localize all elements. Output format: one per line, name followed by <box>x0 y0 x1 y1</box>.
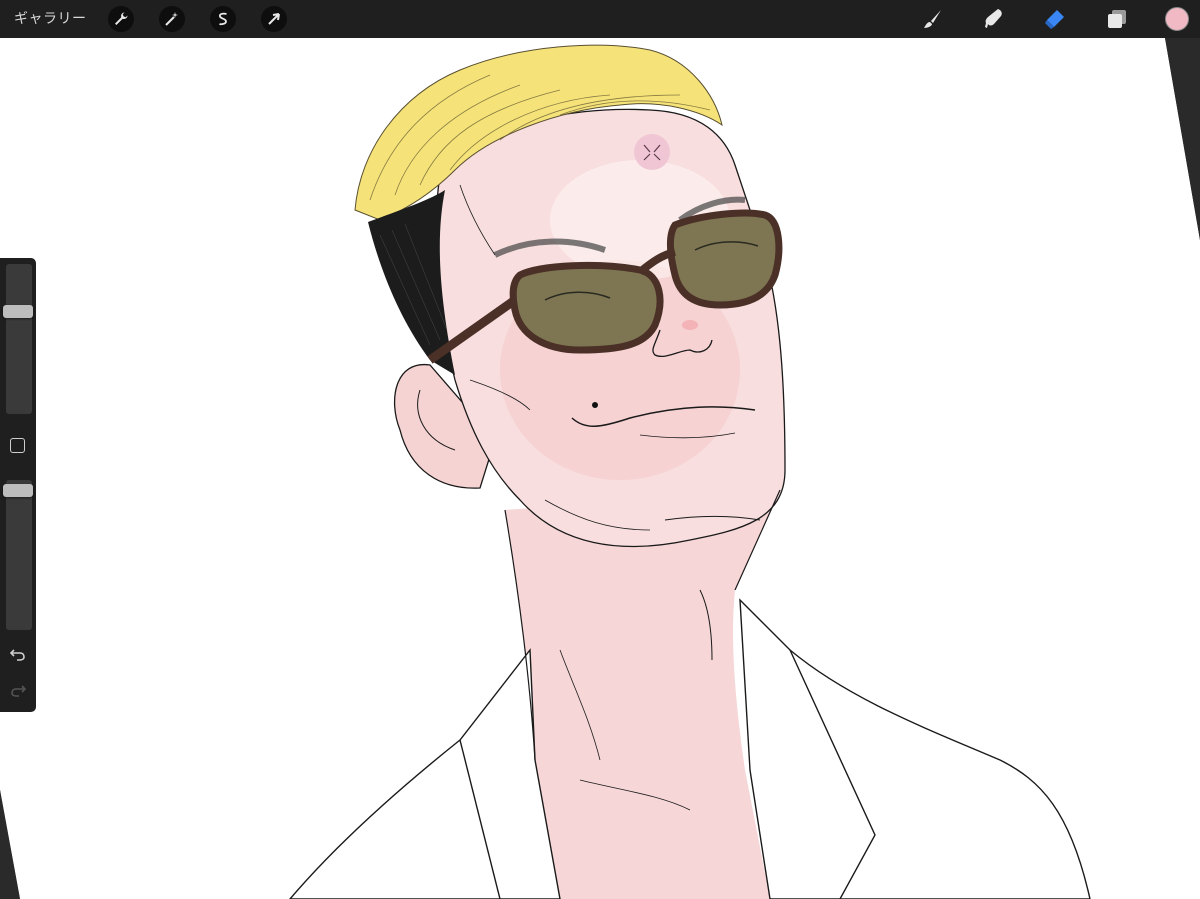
redo-icon[interactable] <box>8 680 28 700</box>
layers-icon[interactable] <box>1103 5 1131 33</box>
undo-icon[interactable] <box>8 644 28 664</box>
brush-icon[interactable] <box>919 5 947 33</box>
top-toolbar: ギャラリー <box>0 0 1200 38</box>
modify-button[interactable] <box>10 438 25 453</box>
gallery-button[interactable]: ギャラリー <box>14 8 87 30</box>
left-sidebar <box>0 258 36 712</box>
drawing-canvas[interactable] <box>0 0 1200 899</box>
opacity-thumb[interactable] <box>3 484 33 498</box>
opacity-slider[interactable] <box>3 480 33 630</box>
brush-size-slider[interactable] <box>3 264 33 414</box>
magic-wand-icon[interactable] <box>159 6 185 32</box>
brush-size-thumb[interactable] <box>3 305 33 319</box>
selection-s-icon[interactable] <box>210 6 236 32</box>
wrench-icon[interactable] <box>108 6 134 32</box>
color-swatch[interactable] <box>1165 7 1189 31</box>
smudge-icon[interactable] <box>980 5 1008 33</box>
arrow-cursor-icon[interactable] <box>261 6 287 32</box>
procreate-screen: ギャラリー <box>0 0 1200 899</box>
eraser-icon[interactable] <box>1041 5 1069 33</box>
